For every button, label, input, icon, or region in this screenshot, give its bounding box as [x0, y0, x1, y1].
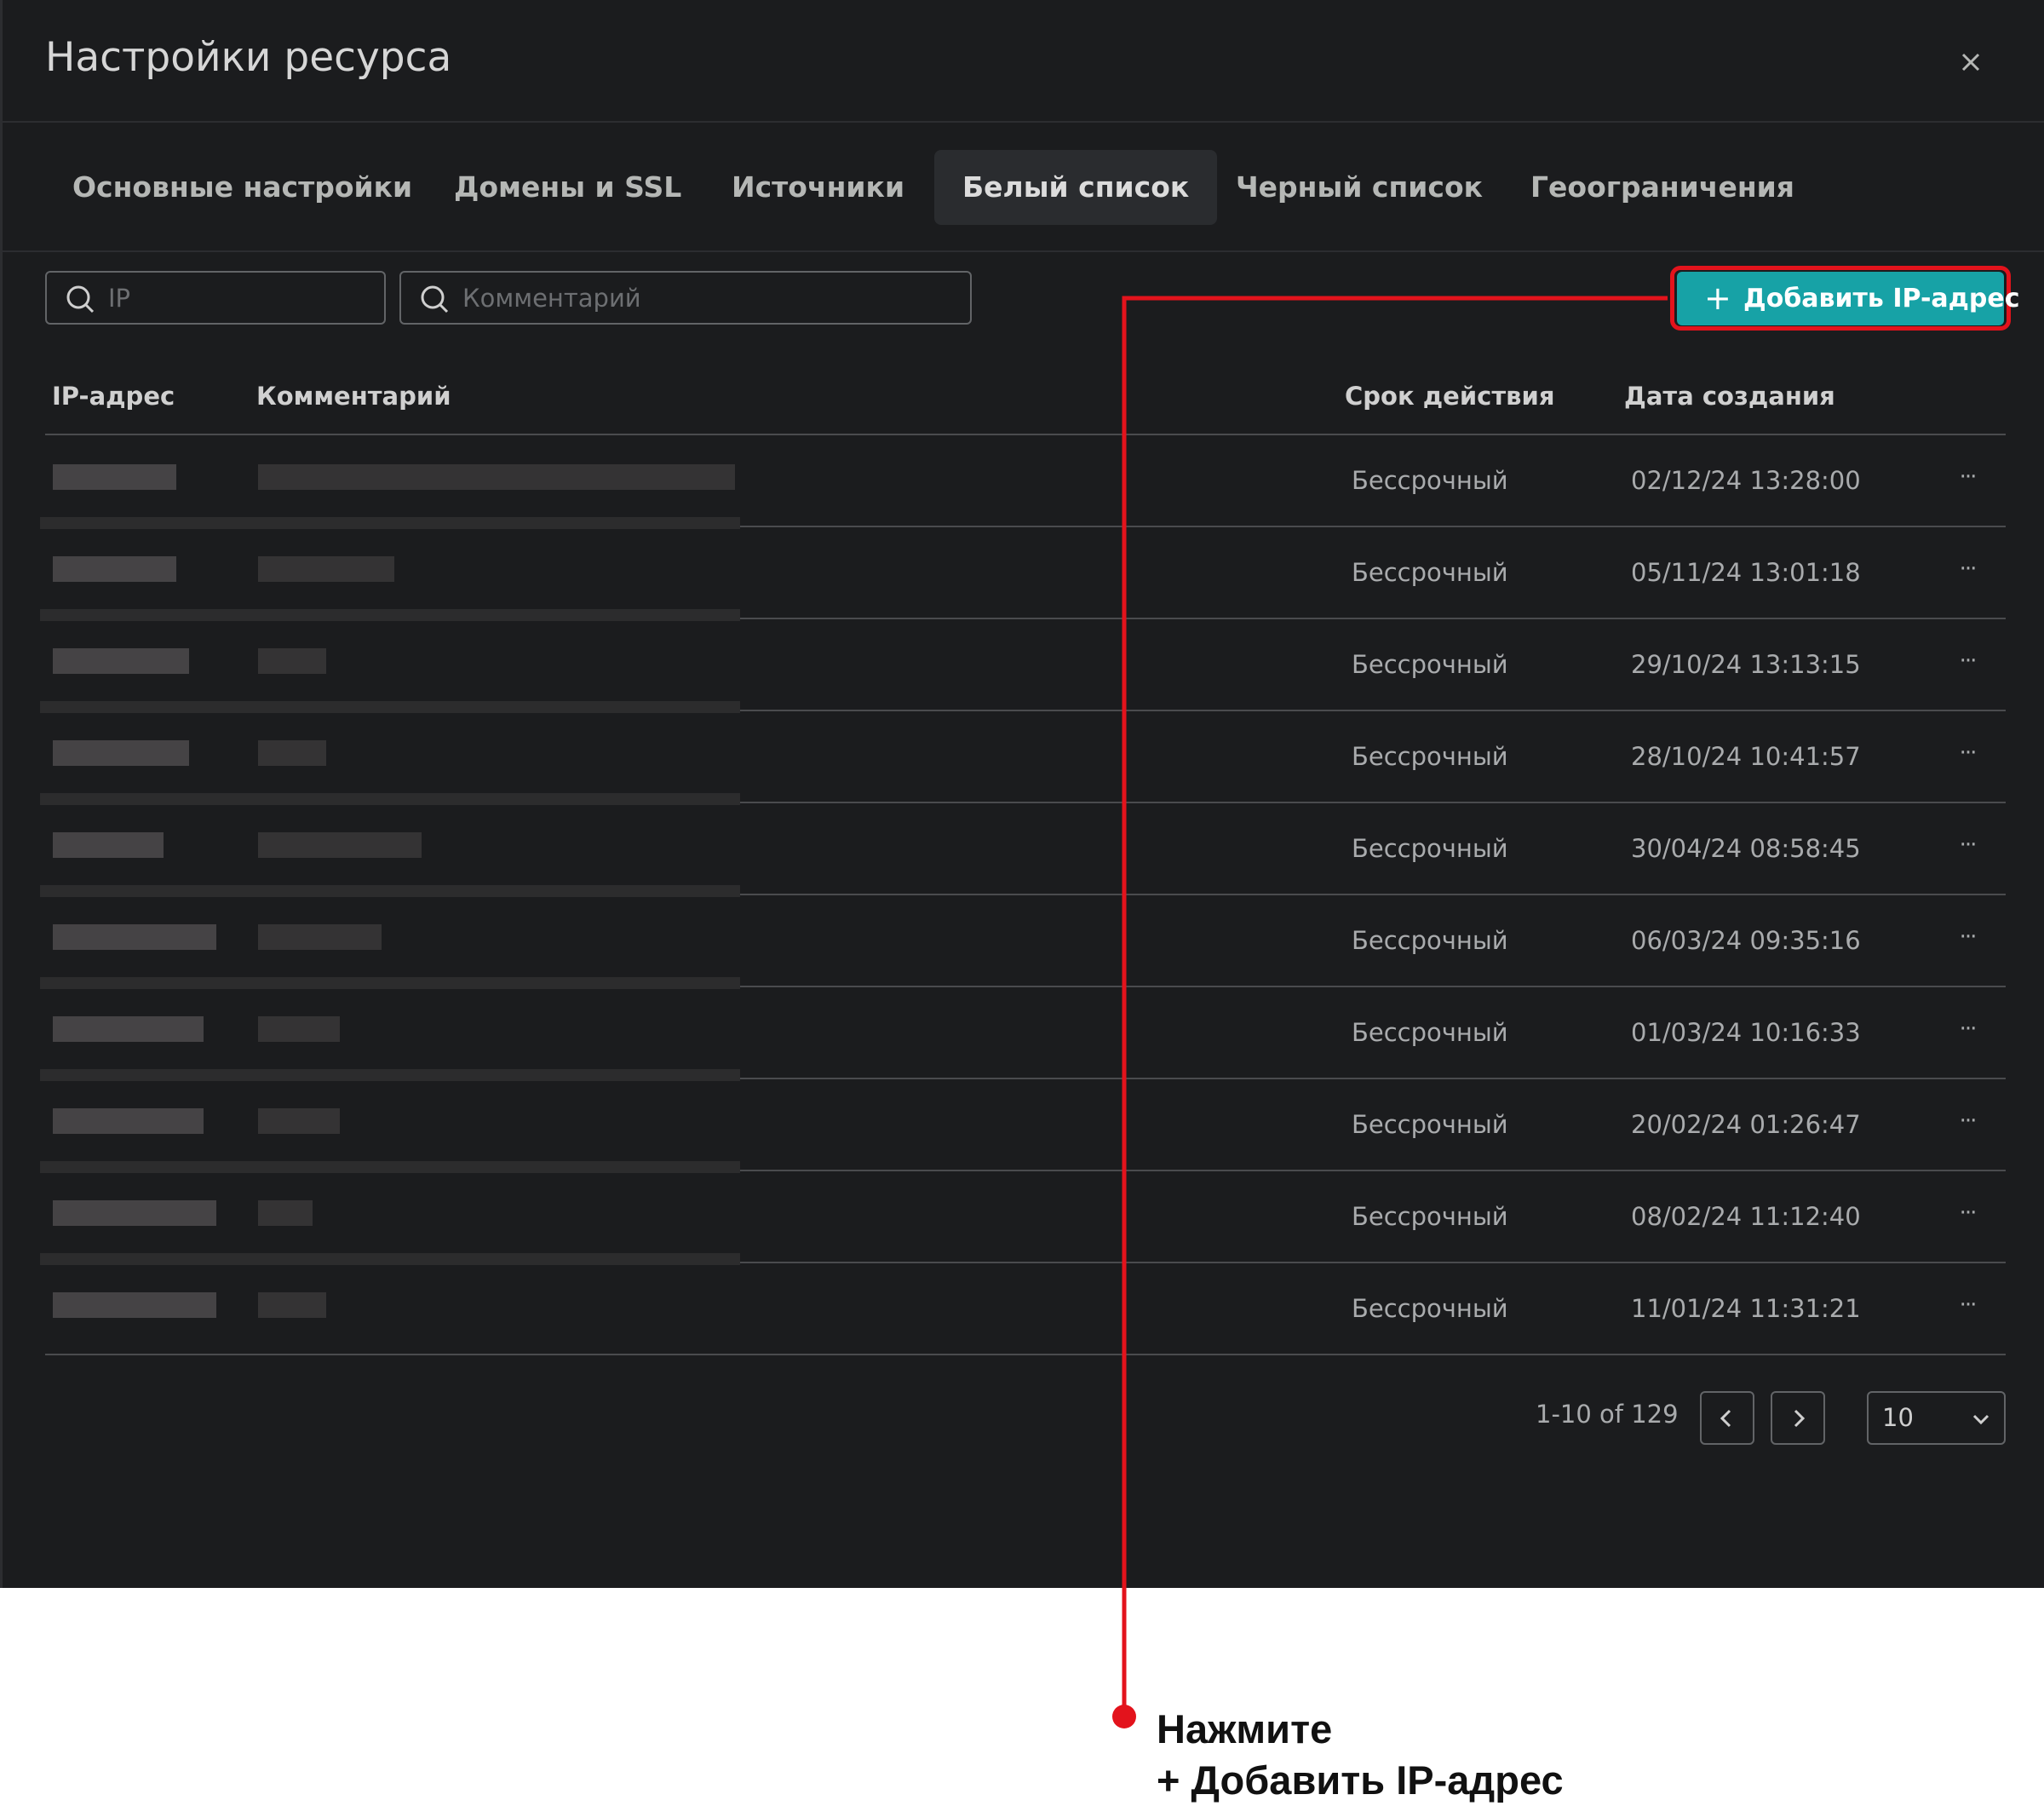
callout-line-2: + Добавить IP-адрес [1157, 1757, 1564, 1803]
callout-connector [1112, 296, 1668, 1728]
callout-caption: Нажмите + Добавить IP-адрес [1157, 1704, 1564, 1806]
callout-line-1: Нажмите [1157, 1706, 1333, 1751]
